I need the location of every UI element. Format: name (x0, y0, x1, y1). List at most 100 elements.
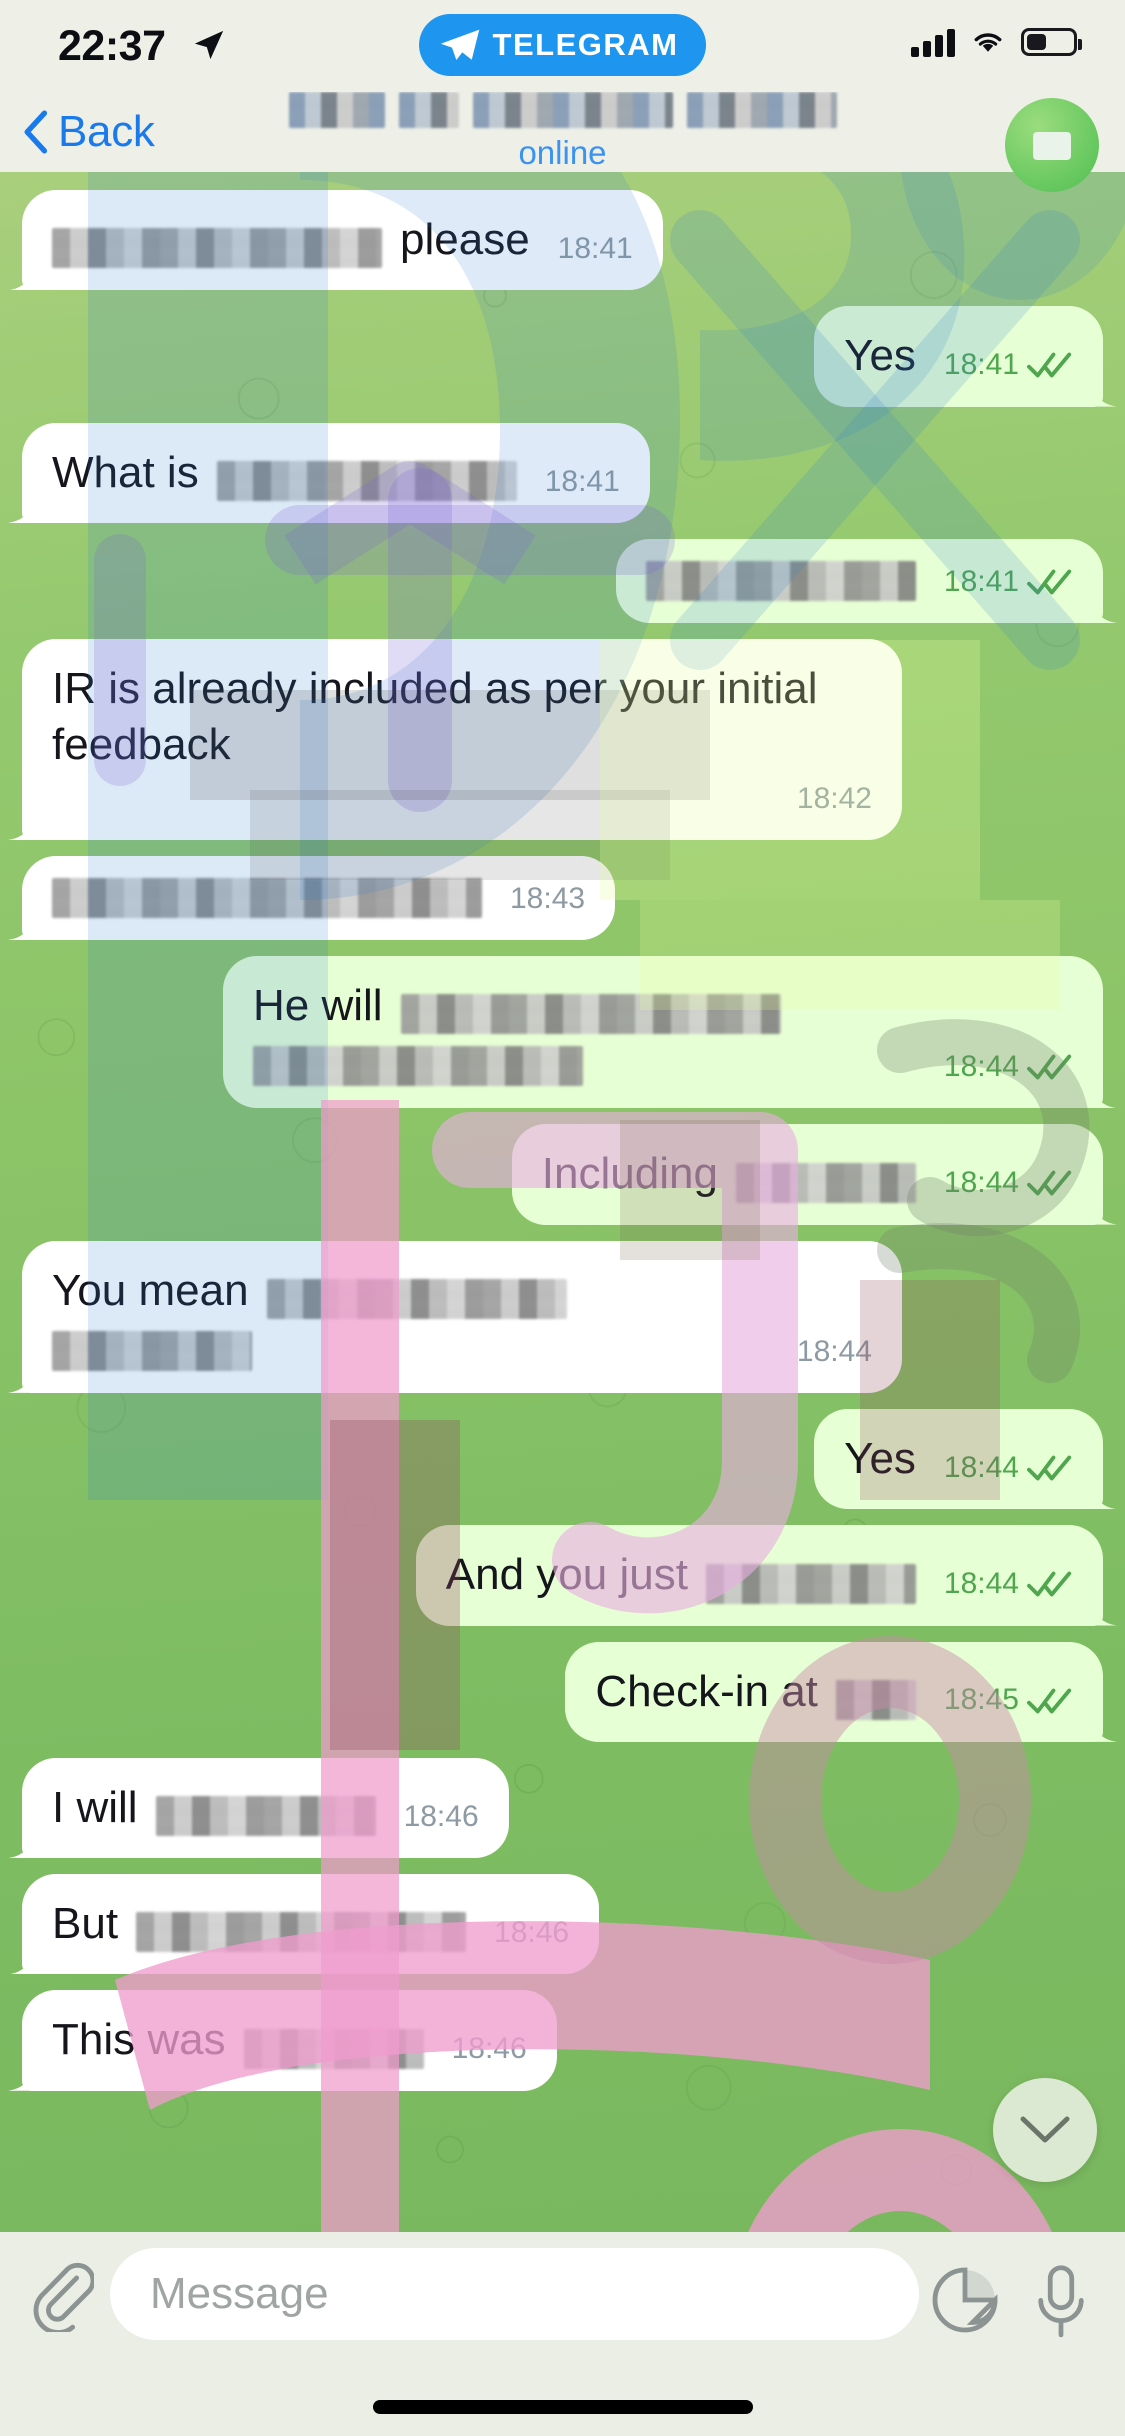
contact-name-redacted (288, 92, 837, 128)
message-text: He will (253, 980, 383, 1030)
message-row: IR is already included as per your initi… (0, 638, 1125, 840)
message-timestamp: 18:41 (943, 564, 1019, 598)
sticker-icon[interactable] (929, 2264, 1001, 2336)
message-text: Including (541, 1149, 718, 1199)
outgoing-message-bubble[interactable]: And you just 18:44 (415, 1525, 1103, 1626)
message-input-placeholder: Message (150, 2269, 329, 2318)
message-meta: 18:43 (500, 880, 585, 918)
message-timestamp: 18:42 (796, 781, 872, 815)
redacted-text (136, 1912, 467, 1953)
message-text: Yes (844, 331, 916, 381)
double-check-icon (1027, 352, 1072, 378)
outgoing-message-bubble[interactable]: Yes 18:44 (814, 1408, 1103, 1510)
message-meta: 18:45 (934, 1681, 1073, 1719)
message-input-field[interactable]: Message (110, 2248, 919, 2340)
outgoing-message-bubble[interactable]: Including 18:44 (511, 1124, 1103, 1225)
message-timestamp: 18:46 (494, 1916, 570, 1950)
message-row: Yes 18:41 (0, 306, 1125, 407)
message-row: Including 18:44 (0, 1124, 1125, 1225)
telegram-chat-screen: please 18:41 Yes 18:41 What is 18:41 18:41 IR i… (0, 0, 1125, 2436)
message-row: please 18:41 (0, 190, 1125, 291)
contact-online-status: online (518, 134, 607, 171)
telegram-watermark-badge: TELEGRAM (418, 14, 707, 76)
status-bar-clock: 22:37 (58, 22, 166, 70)
cellular-signal-icon (911, 27, 955, 57)
message-meta: 18:46 (484, 1914, 569, 1952)
redacted-text (216, 460, 517, 501)
outgoing-message-bubble[interactable]: He will 18:44 (223, 955, 1103, 1109)
chevron-left-icon (24, 110, 48, 154)
message-meta: 18:44 (787, 1333, 872, 1371)
message-timestamp: 18:44 (796, 1334, 872, 1368)
message-meta: 18:41 (934, 563, 1073, 601)
message-timestamp: 18:41 (943, 348, 1019, 382)
redacted-text (266, 1278, 567, 1319)
message-timestamp: 18:46 (403, 1799, 479, 1833)
redacted-text (155, 1796, 376, 1837)
outgoing-message-bubble[interactable]: 18:41 (615, 538, 1103, 623)
back-button[interactable]: Back (22, 107, 155, 157)
message-meta: 18:41 (535, 463, 620, 501)
redacted-text (52, 228, 382, 269)
message-timestamp: 18:41 (557, 231, 633, 265)
microphone-icon[interactable] (1031, 2264, 1091, 2340)
double-check-icon (1027, 1054, 1072, 1080)
message-text: This was (52, 2015, 226, 2065)
message-text: Yes (844, 1433, 916, 1483)
home-indicator (372, 2400, 753, 2414)
messages-container: please 18:41 Yes 18:41 What is 18:41 18:41 IR i… (0, 172, 1125, 2232)
contact-avatar[interactable] (1005, 98, 1099, 192)
message-text: Check-in at (595, 1666, 818, 1716)
telegram-paper-plane-icon (440, 29, 479, 61)
outgoing-message-bubble[interactable]: Yes 18:41 (814, 306, 1103, 407)
message-text: But (52, 1899, 119, 1949)
chat-title-block: online (0, 92, 1125, 172)
scroll-to-bottom-button[interactable] (993, 2078, 1097, 2182)
message-timestamp: 18:43 (510, 881, 586, 915)
incoming-message-bubble[interactable]: You mean 18:44 (22, 1240, 902, 1393)
incoming-message-bubble[interactable]: This was 18:46 (22, 1990, 557, 2091)
redacted-text (705, 1563, 916, 1604)
chat-navigation-bar: Back online (0, 92, 1125, 192)
wifi-icon (974, 33, 1002, 52)
paperclip-icon[interactable] (28, 2258, 94, 2332)
message-meta: 18:46 (442, 2030, 527, 2068)
message-text: IR is already included as per your initi… (52, 663, 818, 770)
redacted-text (52, 877, 482, 918)
incoming-message-bubble[interactable]: 18:43 (22, 855, 616, 940)
message-text: I will (52, 1782, 138, 1832)
double-check-icon (1027, 1170, 1072, 1196)
message-timestamp: 18:46 (451, 2032, 527, 2066)
incoming-message-bubble[interactable]: IR is already included as per your initi… (22, 638, 902, 840)
message-row: Yes 18:44 (0, 1408, 1125, 1510)
incoming-message-bubble[interactable]: What is 18:41 (22, 422, 650, 523)
message-text: What is (52, 447, 199, 497)
message-meta: 18:44 (934, 1565, 1073, 1603)
message-timestamp: 18:45 (943, 1683, 1019, 1717)
message-timestamp: 18:41 (544, 464, 620, 498)
message-text: And you just (445, 1550, 688, 1600)
message-row: What is 18:41 (0, 422, 1125, 523)
outgoing-message-bubble[interactable]: Check-in at 18:45 (565, 1641, 1103, 1742)
back-button-label: Back (58, 107, 155, 156)
message-meta: 18:44 (934, 1449, 1073, 1487)
message-meta: 18:41 (548, 230, 633, 268)
redacted-text (835, 1679, 916, 1720)
telegram-watermark-label: TELEGRAM (492, 27, 679, 62)
double-check-icon (1027, 1571, 1072, 1597)
message-row: I will 18:46 (0, 1757, 1125, 1859)
message-timestamp: 18:44 (943, 1166, 1019, 1200)
incoming-message-bubble[interactable]: I will 18:46 (22, 1757, 509, 1859)
incoming-message-bubble[interactable]: please 18:41 (22, 190, 663, 291)
chat-message-list[interactable]: please 18:41 Yes 18:41 What is 18:41 18:41 IR i… (0, 172, 1125, 2232)
message-text: please (400, 215, 530, 264)
incoming-message-bubble[interactable]: But 18:46 (22, 1874, 600, 1975)
message-meta: 18:42 (787, 780, 872, 818)
redacted-text (52, 1330, 252, 1371)
message-meta: 18:41 (934, 346, 1073, 384)
redacted-text (735, 1162, 916, 1203)
redacted-text (400, 994, 781, 1035)
redacted-text (645, 560, 916, 601)
double-check-icon (1027, 1455, 1072, 1481)
message-text: You mean (52, 1265, 249, 1315)
